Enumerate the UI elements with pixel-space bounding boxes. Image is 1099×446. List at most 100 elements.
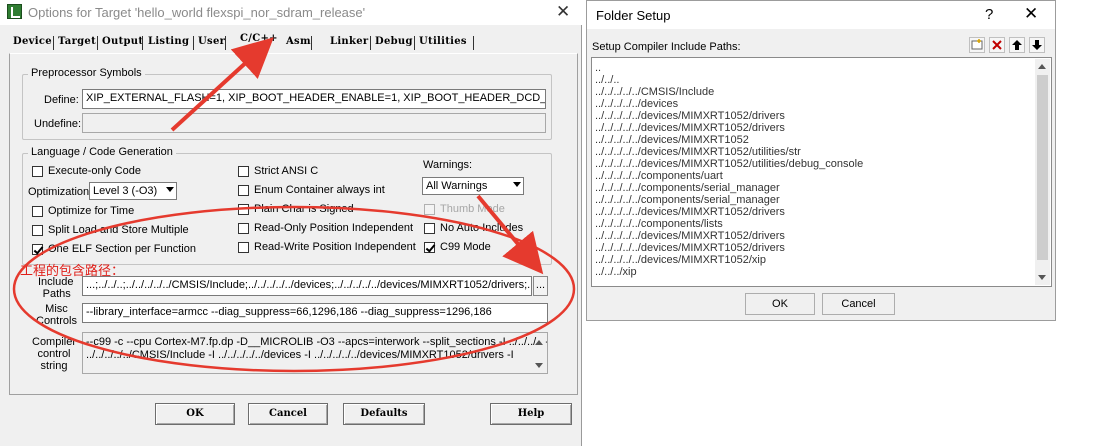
tab-listing[interactable]: Listing [148,36,189,54]
path-list-item[interactable]: ../../../../../devices/MIMXRT1052/driver… [595,230,1035,242]
tab-separator [311,36,312,50]
path-list-item[interactable]: ../../../../../devices/MIMXRT1052/xip [595,254,1035,266]
tab-target[interactable]: Target [58,36,96,54]
warnings-select[interactable]: All Warnings [422,177,524,195]
execute-only-checkbox[interactable] [32,166,43,177]
path-list-item[interactable]: ../../../../../components/serial_manager [595,182,1035,194]
no-auto-includes-label: No Auto Includes [440,222,524,234]
tab-utilities[interactable]: Utilities [419,36,467,54]
split-load-label: Split Load and Store Multiple [48,224,189,236]
split-load-checkbox[interactable] [32,225,43,236]
scrollbar-thumb[interactable] [1037,75,1048,260]
path-list-item[interactable]: ../../.. [595,74,1035,86]
ro-position-independent-label: Read-Only Position Independent [254,222,413,234]
c99-mode-checkbox[interactable] [424,242,435,253]
no-auto-includes-checkbox[interactable] [424,223,435,234]
path-list-item[interactable]: ../../../../../devices/MIMXRT1052/driver… [595,110,1035,122]
include-paths-input[interactable]: ...;../../..;../../../../../CMSIS/Includ… [82,276,532,296]
thumb-mode-checkbox[interactable] [424,204,435,215]
folder-close-icon[interactable]: ✕ [1024,4,1038,24]
folder-setup-title: Folder Setup [596,8,671,23]
path-list-item[interactable]: ../../../../../devices/MIMXRT1052 [595,134,1035,146]
path-list-item[interactable]: ../../../xip [595,266,1035,278]
compiler-control-line2: ../../../../../CMSIS/Include -I ../../..… [86,349,514,361]
include-path-list[interactable]: .. ../../.. ../../../../../CMSIS/Include..… [591,57,1052,287]
undefine-input[interactable] [82,113,546,133]
scroll-down-icon[interactable] [535,363,543,368]
execute-only-label: Execute-only Code [48,165,141,177]
options-titlebar: Options for Target 'hello_world flexspi_… [0,0,582,25]
misc-controls-label-line1: Misc [45,303,68,315]
path-list-item[interactable]: .. [595,62,1035,74]
delete-icon[interactable] [989,37,1005,53]
chevron-down-icon [513,182,521,187]
tab-separator [414,36,415,50]
options-dialog: Options for Target 'hello_world flexspi_… [0,0,582,446]
optimization-select[interactable]: Level 3 (-O3) [89,182,177,200]
language-group-label: Language / Code Generation [28,146,176,158]
ro-position-independent-checkbox[interactable] [238,223,249,234]
strict-ansi-checkbox[interactable] [238,166,249,177]
path-list-items: .. ../../.. ../../../../../CMSIS/Include..… [595,62,1035,278]
tab-separator [473,36,474,50]
optimization-value: Level 3 (-O3) [93,185,158,197]
compiler-control-line1: --c99 -c --cpu Cortex-M7.fp.dp -D__MICRO… [86,336,548,348]
path-list-item[interactable]: ../../../../../devices [595,98,1035,110]
tab-linker[interactable]: Linker [330,36,368,54]
path-list-item[interactable]: ../../../../../CMSIS/Include [595,86,1035,98]
defaults-button[interactable]: Defaults [343,403,425,425]
new-folder-icon[interactable] [969,37,985,53]
warnings-label: Warnings: [423,159,473,171]
enum-container-checkbox[interactable] [238,185,249,196]
path-list-item[interactable]: ../../../../../components/uart [595,170,1035,182]
tab-c-cpp[interactable]: C/C++ [240,33,278,51]
enum-container-label: Enum Container always int [254,184,385,196]
cancel-button[interactable]: Cancel [248,403,328,425]
compiler-control-label: Compiler control string [32,336,76,372]
strict-ansi-label: Strict ANSI C [254,165,319,177]
folder-ok-button[interactable]: OK [745,293,815,315]
options-dialog-title: Options for Target 'hello_world flexspi_… [28,5,366,20]
scroll-down-icon[interactable] [1038,275,1046,280]
tab-asm[interactable]: Asm [286,36,311,54]
help-button[interactable]: Help [490,403,572,425]
path-list-item[interactable]: ../../../../../devices/MIMXRT1052/driver… [595,242,1035,254]
compiler-control-label-line3: string [40,360,68,372]
tab-output[interactable]: Output [102,36,143,54]
chevron-down-icon [166,187,174,192]
tab-user[interactable]: User [198,36,225,54]
path-list-item[interactable]: ../../../../../components/lists [595,218,1035,230]
path-list-item[interactable]: ../../../../../devices/MIMXRT1052/utilit… [595,158,1035,170]
folder-cancel-button[interactable]: Cancel [822,293,895,315]
tab-separator [53,36,54,50]
define-label: Define: [44,94,79,106]
path-list-item[interactable]: ../../../../../devices/MIMXRT1052/driver… [595,122,1035,134]
move-up-icon[interactable] [1009,37,1025,53]
help-icon[interactable]: ? [985,6,993,23]
include-paths-browse-button[interactable]: ... [533,276,548,296]
scroll-up-icon[interactable] [535,340,543,345]
tab-debug[interactable]: Debug [375,36,413,54]
optimization-label: Optimization: [28,186,93,198]
misc-controls-label: Misc Controls [36,303,77,327]
move-down-icon[interactable] [1029,37,1045,53]
include-paths-label-line2: Paths [42,288,71,300]
rw-position-independent-checkbox[interactable] [238,242,249,253]
path-list-item[interactable]: ../../../../../devices/MIMXRT1052/driver… [595,206,1035,218]
path-list-item[interactable]: ../../../../../components/serial_manager [595,194,1035,206]
optimize-time-checkbox[interactable] [32,206,43,217]
misc-controls-input[interactable]: --library_interface=armcc --diag_suppres… [82,303,548,323]
misc-controls-label-line2: Controls [36,315,77,327]
path-list-item[interactable]: ../../../../../devices/MIMXRT1052/utilit… [595,146,1035,158]
undefine-label: Undefine: [34,118,82,130]
scroll-up-icon[interactable] [1038,64,1046,69]
c99-mode-label: C99 Mode [440,241,491,253]
one-elf-checkbox[interactable] [32,244,43,255]
ok-button[interactable]: OK [155,403,235,425]
define-input[interactable]: XIP_EXTERNAL_FLASH=1, XIP_BOOT_HEADER_EN… [82,89,546,109]
thumb-mode-label: Thumb Mode [440,203,505,215]
plain-char-checkbox[interactable] [238,204,249,215]
path-list-scrollbar[interactable] [1035,59,1050,285]
options-close-icon[interactable]: ✕ [556,2,570,22]
tab-device[interactable]: Device [13,36,52,54]
